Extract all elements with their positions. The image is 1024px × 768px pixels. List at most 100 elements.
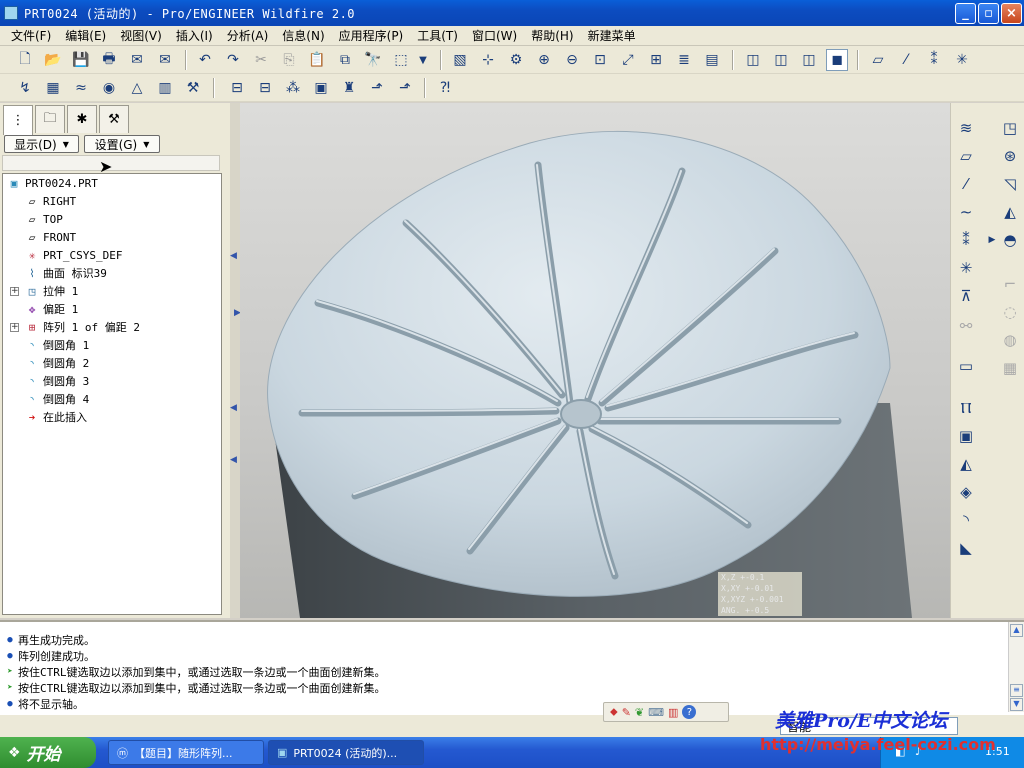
hub-hole[interactable]	[560, 399, 602, 429]
tab-connections[interactable]: ⚒	[99, 105, 129, 133]
hidden-line-icon[interactable]: ◫	[770, 49, 792, 71]
measure-icon[interactable]: ↯	[14, 77, 36, 99]
minimize-button[interactable]: _	[955, 3, 976, 24]
relations-icon[interactable]: ⊟	[226, 77, 248, 99]
curvature-icon[interactable]: ≈	[70, 77, 92, 99]
tree-item-front[interactable]: ▱ FRONT	[25, 228, 76, 246]
switch-dimensions-icon[interactable]: ⁂	[282, 77, 304, 99]
copy-feature-icon[interactable]: ⚯	[953, 313, 979, 339]
datum-curve-icon[interactable]: ∼	[953, 199, 979, 225]
start-button[interactable]: ❖ 开始	[0, 737, 96, 768]
hole-icon[interactable]: Ⲡ	[953, 395, 979, 421]
shell-icon[interactable]: ▣	[953, 423, 979, 449]
redo-icon[interactable]: ↷	[222, 49, 244, 71]
point-display-icon[interactable]: ⁑	[923, 49, 945, 71]
extrude-icon[interactable]: ◳	[997, 115, 1023, 141]
tree-item-round-1[interactable]: ◝ 倒圆角 1	[25, 336, 90, 354]
datum-point-icon[interactable]: ⁑	[953, 227, 979, 253]
paste-icon[interactable]: 📋	[306, 49, 328, 71]
message-scrollbar[interactable]: ▲ ≡ ▼	[1008, 622, 1024, 712]
tree-item-round-4[interactable]: ◝ 倒圆角 4	[25, 390, 90, 408]
datum-axis-icon[interactable]: ⁄	[953, 171, 979, 197]
parameters-icon[interactable]: ⊟	[254, 77, 276, 99]
style-icon[interactable]: ⌐	[997, 271, 1023, 297]
scroll-down-icon[interactable]: ▼	[1010, 698, 1023, 711]
tool-b-icon[interactable]: ⬏	[394, 77, 416, 99]
find-icon[interactable]: 🔭	[362, 49, 384, 71]
paste-special-icon[interactable]: ⧉	[334, 49, 356, 71]
optimization-icon[interactable]: ⚒	[182, 77, 204, 99]
tree-item-pattern[interactable]: ⊞ 阵列 1 of 偏距 2	[25, 318, 140, 336]
select-box-icon[interactable]: ⬚	[390, 49, 412, 71]
taskbar-item-proe[interactable]: ▣ PRT0024 (活动的)...	[268, 740, 424, 765]
model-render[interactable]	[240, 103, 950, 618]
tool-a-icon[interactable]: ⬏	[366, 77, 388, 99]
mirror-icon[interactable]: ◌	[997, 299, 1023, 325]
wireframe-icon[interactable]: ◫	[742, 49, 764, 71]
zoom-out-icon[interactable]: ⊖	[561, 49, 583, 71]
menu-new-menu[interactable]: 新建菜单	[581, 27, 643, 44]
email-link-icon[interactable]: ✉	[154, 49, 176, 71]
blend-icon[interactable]: ◭	[997, 199, 1023, 225]
tree-item-csys[interactable]: ✳ PRT_CSYS_DEF	[25, 246, 123, 264]
plane-display-icon[interactable]: ▱	[867, 49, 889, 71]
boundary-blend-icon[interactable]: ◓	[997, 227, 1023, 253]
taskbar-item-topic[interactable]: ⓜ 【题目】随形阵列...	[108, 740, 264, 765]
tab-model-tree[interactable]: ⋮	[3, 105, 33, 135]
keyboard-icon[interactable]: ⌨	[648, 706, 664, 719]
repaint-icon[interactable]: ▧	[449, 49, 471, 71]
maximize-button[interactable]: ▫	[978, 3, 999, 24]
menu-applications[interactable]: 应用程序(P)	[332, 27, 411, 44]
menu-view[interactable]: 视图(V)	[113, 27, 169, 44]
revolve-icon[interactable]: ⊛	[997, 143, 1023, 169]
cut-icon[interactable]: ✂	[250, 49, 272, 71]
settings-dropdown[interactable]: 设置(G) ▼	[84, 135, 160, 153]
collapse-arrow-icon[interactable]: ◀	[230, 251, 237, 261]
draft-icon[interactable]: ◈	[953, 479, 979, 505]
regen-status-icon[interactable]: ✎	[622, 706, 631, 719]
axis-display-icon[interactable]: ⁄	[895, 49, 917, 71]
merge-icon[interactable]: ◍	[997, 327, 1023, 353]
tree-item-right[interactable]: ▱ RIGHT	[25, 192, 76, 210]
tree-item-round-2[interactable]: ◝ 倒圆角 2	[25, 354, 90, 372]
refit-icon[interactable]: ⊡	[589, 49, 611, 71]
chamfer-icon[interactable]: ◣	[953, 535, 979, 561]
copy-icon[interactable]: ⎘	[278, 49, 300, 71]
csys-display-icon[interactable]: ✳	[951, 49, 973, 71]
tree-item-insert-here[interactable]: ➔ 在此插入	[25, 408, 87, 426]
spin-center-icon[interactable]: ⊹	[477, 49, 499, 71]
tab-folder-browser[interactable]: 🗀	[35, 105, 65, 133]
close-button[interactable]: ×	[1001, 3, 1022, 24]
collapse-arrow-icon[interactable]: ◀	[230, 455, 237, 465]
model-analysis-icon[interactable]: ▦	[42, 77, 64, 99]
tree-item-part[interactable]: ▣ PRT0024.PRT	[7, 174, 98, 192]
menu-window[interactable]: 窗口(W)	[465, 27, 524, 44]
expand-toggle[interactable]: +	[10, 287, 19, 296]
variable-sweep-icon[interactable]: ◹	[997, 171, 1023, 197]
menu-edit[interactable]: 编辑(E)	[58, 27, 113, 44]
menu-analysis[interactable]: 分析(A)	[220, 27, 276, 44]
menu-insert[interactable]: 插入(I)	[169, 27, 220, 44]
context-help-icon[interactable]: ⁈	[434, 77, 456, 99]
analysis-feature-icon[interactable]: ⊼	[953, 283, 979, 309]
round-icon[interactable]: ◝	[953, 507, 979, 533]
panel-splitter[interactable]: ◀ ◀ ▶ ◀	[230, 103, 241, 618]
tree-item-extrude[interactable]: ◳ 拉伸 1	[25, 282, 79, 300]
datum-csys-icon[interactable]: ✳	[953, 255, 979, 281]
annotation-icon[interactable]: ▭	[953, 353, 979, 379]
layer-status-icon[interactable]: ▥	[668, 706, 678, 719]
help-icon[interactable]: ?	[682, 705, 697, 719]
zoom-in-icon[interactable]: ⊕	[533, 49, 555, 71]
saved-views-icon[interactable]: ⊞	[645, 49, 667, 71]
collapse-arrow-icon[interactable]: ◀	[230, 403, 237, 413]
menu-info[interactable]: 信息(N)	[275, 27, 331, 44]
no-hidden-icon[interactable]: ◫	[798, 49, 820, 71]
print-icon[interactable]: 🖶	[98, 49, 120, 71]
show-dropdown[interactable]: 显示(D) ▼	[4, 135, 79, 153]
tree-item-surface[interactable]: ⌇ 曲面 标识39	[25, 264, 107, 282]
pattern-icon[interactable]: ▦	[997, 355, 1023, 381]
color-map-icon[interactable]: ◉	[98, 77, 120, 99]
orient-mode-icon[interactable]: ⚙	[505, 49, 527, 71]
sensitivity-icon[interactable]: ▥	[154, 77, 176, 99]
tab-favorites[interactable]: ✱	[67, 105, 97, 133]
